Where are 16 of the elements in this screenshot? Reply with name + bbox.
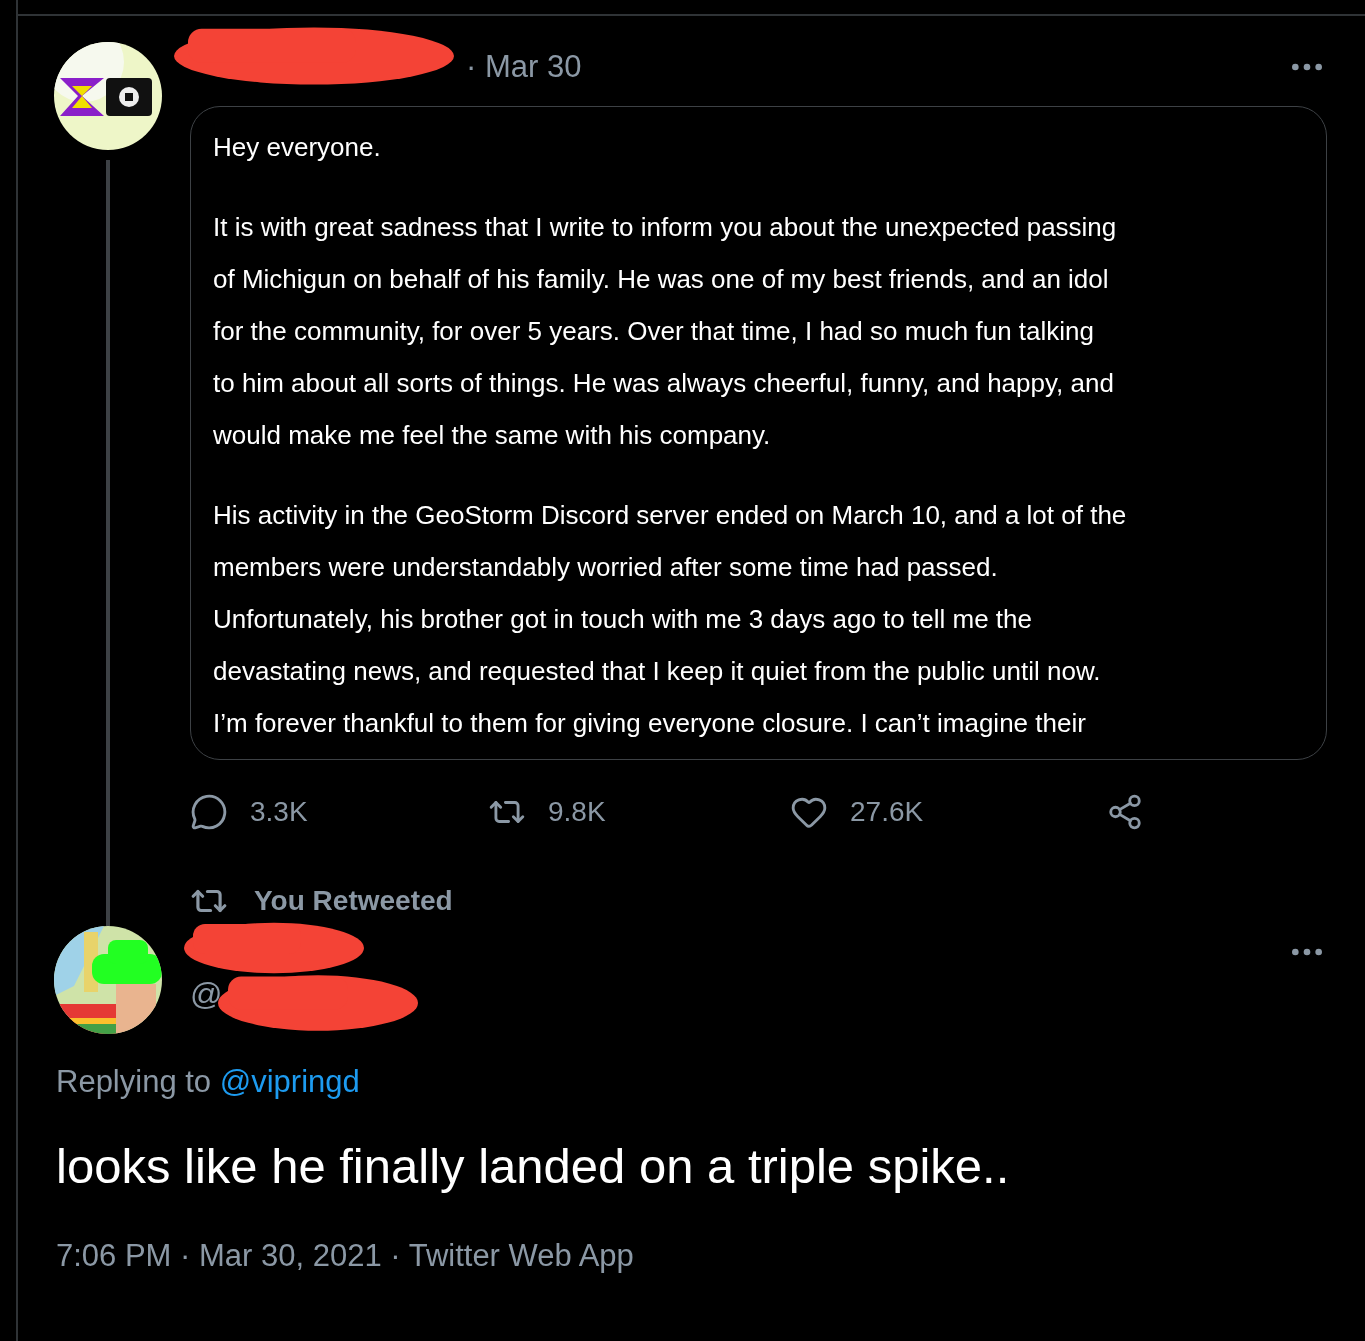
tweet-text: looks like he finally landed on a triple spike.. [56, 1138, 1011, 1194]
retweet-label: You Retweeted [254, 885, 453, 917]
reply-button[interactable]: 3.3K [190, 793, 308, 831]
image-paragraph: It is with great sadness that I write to inform you about the unexpected passing of Michigun on behalf of his family. He was one of my best friends, and an idol for the community, for over 5 years. Over that time, I had so much fun talking to him about all sorts of things. He was always cheerful, funny, and happy, and would make me feel the same with his company. [213, 211, 1118, 452]
retweet-button[interactable]: 9.8K [488, 793, 606, 831]
share-button[interactable] [1106, 793, 1144, 831]
image-paragraph: His activity in the GeoStorm Discord server ended on March 10, and a lot of the members were understandably worried after some time had passed. Unfortunately, his brother got in touch with me 3 days ago to tell me the devastating news, and requested that I keep it quiet from the public until now. I’m forever thankful to them for giving everyone closure. I can’t imagine their [213, 499, 1128, 740]
replying-to-text: Replying to @vipringd [56, 1064, 361, 1100]
heart-button[interactable]: 27.6K [790, 793, 924, 831]
tweet-timestamp: 7:06 PM · Mar 30, 2021 · Twitter Web App [56, 1238, 635, 1274]
tweet-date: · Mar 30 [466, 49, 582, 85]
user-handle: @ [190, 976, 223, 1013]
share-icon [1106, 793, 1144, 831]
mention-link[interactable]: @vipringd [219, 1064, 360, 1099]
reply-icon [190, 793, 228, 831]
image-paragraph: Hey everyone. [213, 131, 382, 164]
